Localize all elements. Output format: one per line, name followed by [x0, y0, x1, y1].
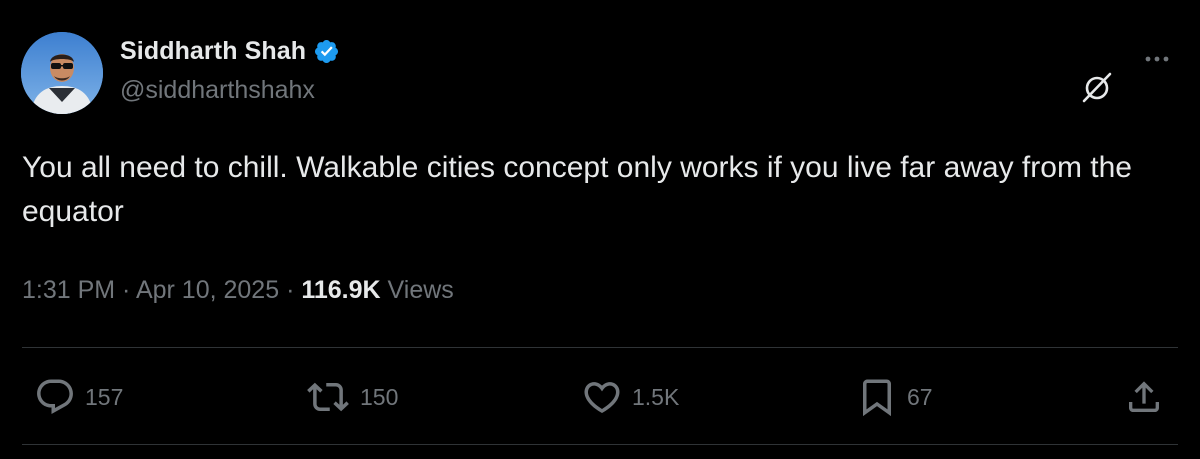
- heart-icon: [581, 376, 623, 418]
- meta-separator: ·: [279, 276, 302, 304]
- divider: [22, 444, 1178, 445]
- reply-button[interactable]: 157: [34, 376, 123, 418]
- views-label: Views: [380, 276, 454, 304]
- bookmark-button[interactable]: 67: [856, 376, 933, 418]
- reply-count: 157: [85, 383, 124, 410]
- share-button[interactable]: [1124, 376, 1164, 418]
- like-button[interactable]: 1.5K: [581, 376, 679, 418]
- avatar[interactable]: [21, 32, 103, 114]
- reply-icon: [34, 376, 76, 418]
- bookmark-count: 67: [907, 383, 933, 410]
- bookmark-icon: [856, 376, 898, 418]
- grok-icon[interactable]: [1080, 70, 1114, 104]
- repost-button[interactable]: 150: [305, 376, 398, 418]
- tweet: Siddharth Shah @siddharthshahx You all n…: [0, 0, 1200, 459]
- meta-separator: ·: [115, 276, 136, 304]
- more-icon[interactable]: [1141, 49, 1175, 69]
- tweet-time[interactable]: 1:31 PM: [22, 276, 115, 304]
- like-count: 1.5K: [632, 383, 680, 410]
- repost-icon: [305, 376, 351, 418]
- author-handle[interactable]: @siddharthshahx: [120, 76, 315, 105]
- repost-count: 150: [360, 383, 399, 410]
- tweet-text: You all need to chill. Walkable cities c…: [22, 151, 1132, 228]
- divider: [22, 347, 1178, 348]
- views-count[interactable]: 116.9K: [301, 276, 380, 304]
- tweet-date[interactable]: Apr 10, 2025: [136, 276, 279, 304]
- author-name-row: Siddharth Shah: [120, 35, 340, 67]
- tweet-meta: 1:31 PM · Apr 10, 2025 · 116.9K Views: [22, 276, 454, 305]
- author-display-name[interactable]: Siddharth Shah: [120, 37, 306, 66]
- share-icon: [1124, 377, 1164, 417]
- verified-badge-icon: [313, 38, 340, 65]
